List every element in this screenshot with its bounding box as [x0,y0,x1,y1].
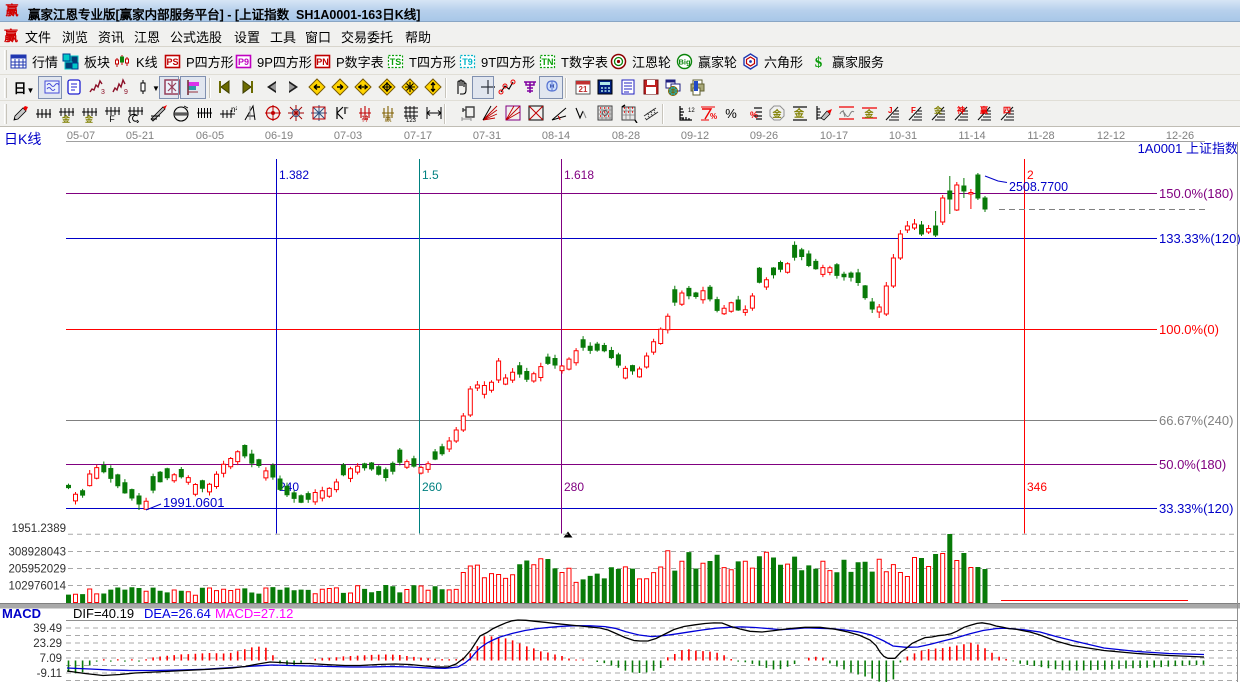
svg-text:日K线: 日K线 [4,131,41,147]
svg-text:05-07: 05-07 [67,130,95,142]
svg-text:123: 123 [688,108,695,114]
svg-text:金: 金 [84,114,94,123]
svg-text:2508.7700: 2508.7700 [1009,180,1068,194]
svg-text:MACD=27.12: MACD=27.12 [215,606,293,621]
svg-text:金: 金 [771,108,782,119]
svg-text:1.618: 1.618 [564,168,594,182]
svg-text:7.09: 7.09 [40,653,62,665]
svg-text:F: F [911,106,916,115]
svg-text:08-28: 08-28 [612,130,640,142]
svg-text:133.33%(120): 133.33%(120) [1159,231,1240,246]
svg-text:3: 3 [101,89,105,96]
svg-text:金: 金 [793,107,805,120]
svg-text:23.29: 23.29 [33,638,62,650]
svg-text:": " [346,107,349,114]
svg-text:05-21: 05-21 [126,130,154,142]
svg-text:四: 四 [1003,106,1011,115]
svg-text:%: % [710,112,717,121]
svg-text:06-05: 06-05 [196,130,224,142]
svg-text:T9: T9 [462,57,473,67]
svg-text:280: 280 [564,480,584,494]
svg-text:10-31: 10-31 [889,130,917,142]
svg-text:308928043: 308928043 [8,547,66,559]
svg-text:赢: 赢 [980,105,988,115]
svg-text:金: 金 [863,108,874,119]
svg-text:神: 神 [957,105,965,115]
svg-text:MACD: MACD [2,606,41,621]
svg-text:07-31: 07-31 [473,130,501,142]
svg-text:PS: PS [166,57,178,67]
svg-text:07-03: 07-03 [334,130,362,142]
svg-text:$: $ [815,55,823,70]
svg-text:PN: PN [316,57,329,67]
svg-text:09-26: 09-26 [750,130,778,142]
svg-text:12-12: 12-12 [1097,130,1125,142]
svg-text:260: 260 [422,480,442,494]
svg-text:09-12: 09-12 [681,130,709,142]
svg-text:07-17: 07-17 [404,130,432,142]
svg-text:赢: 赢 [384,114,391,123]
svg-text:金: 金 [61,114,71,123]
svg-text:346: 346 [1027,480,1047,494]
svg-text:150.0%(180): 150.0%(180) [1159,186,1233,201]
svg-text:11-14: 11-14 [958,130,985,142]
svg-text:9: 9 [124,89,128,96]
svg-text:F: F [109,114,115,123]
svg-text:10-17: 10-17 [820,130,848,142]
svg-text:%: % [725,106,737,121]
svg-text:DIF=40.19: DIF=40.19 [73,606,134,621]
svg-text:n²: n² [231,105,237,114]
svg-text:1A0001 上证指数: 1A0001 上证指数 [1138,141,1238,156]
svg-text:神: 神 [361,114,368,123]
svg-text:-9.11: -9.11 [37,668,62,680]
svg-text:39.49: 39.49 [33,623,62,635]
svg-text:102976014: 102976014 [8,581,66,593]
svg-text:100.0%(0): 100.0%(0) [1159,322,1219,337]
svg-text:123: 123 [405,118,416,123]
svg-text:P9: P9 [238,57,249,67]
svg-text:TN: TN [542,57,554,67]
svg-text:J: J [888,106,892,115]
svg-text:金: 金 [933,105,943,115]
svg-text:08-14: 08-14 [542,130,570,142]
svg-text:21: 21 [579,85,588,94]
svg-text:205952029: 205952029 [8,564,66,576]
svg-text:TS: TS [390,57,402,67]
svg-text:1.382: 1.382 [279,168,309,182]
svg-text:1951.2389: 1951.2389 [12,523,66,535]
svg-text:33.33%(120): 33.33%(120) [1159,501,1233,516]
svg-text:50.0%(180): 50.0%(180) [1159,457,1226,472]
svg-text:Big: Big [678,58,691,67]
svg-text:11-28: 11-28 [1027,130,1054,142]
svg-text:66.67%(240): 66.67%(240) [1159,413,1233,428]
svg-text:06-19: 06-19 [265,130,293,142]
svg-text:1991.0601: 1991.0601 [163,495,224,510]
svg-text:1.5: 1.5 [422,168,439,182]
svg-text:DEA=26.64: DEA=26.64 [144,606,211,621]
